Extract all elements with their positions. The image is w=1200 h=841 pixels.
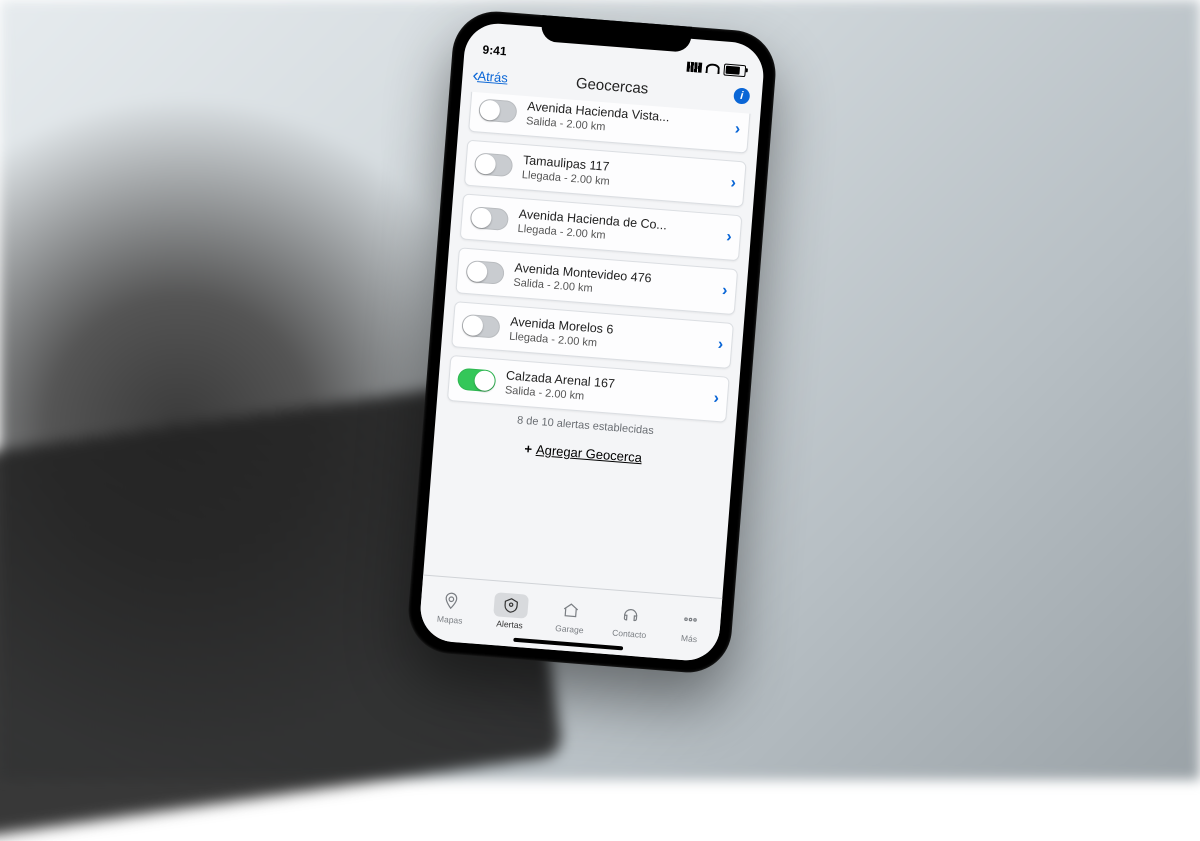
tab-more[interactable]: Más: [662, 606, 719, 646]
cellular-signal-icon: [687, 62, 703, 73]
home-icon: [553, 597, 589, 624]
tab-label: Más: [681, 633, 698, 644]
tab-contact[interactable]: Contacto: [602, 601, 659, 641]
chevron-right-icon[interactable]: ›: [726, 228, 733, 246]
geofence-list[interactable]: Avenida Hacienda Vista...Salida - 2.00 k…: [423, 91, 760, 598]
geofence-toggle[interactable]: [470, 206, 510, 231]
tab-label: Alertas: [496, 618, 523, 630]
tab-label: Contacto: [612, 628, 647, 641]
tab-maps[interactable]: Mapas: [422, 587, 479, 627]
toggle-knob: [462, 315, 484, 337]
battery-icon: [723, 64, 746, 78]
geofence-text: Avenida Hacienda de Co...Llegada - 2.00 …: [517, 207, 721, 251]
add-geofence-label: Agregar Geocerca: [535, 442, 642, 465]
app-screen: 9:41 ‹ Atrás Geocercas i Avenida Haciend…: [418, 21, 766, 663]
shield-icon: [493, 592, 529, 619]
geofence-toggle[interactable]: [474, 152, 514, 177]
headset-icon: [613, 602, 649, 629]
add-geofence-button[interactable]: +Agregar Geocerca: [443, 435, 723, 472]
geofence-text: Avenida Montevideo 476Salida - 2.00 km: [513, 261, 717, 305]
toggle-knob: [479, 100, 501, 122]
phone-frame: 9:41 ‹ Atrás Geocercas i Avenida Haciend…: [405, 8, 779, 675]
geofence-toggle[interactable]: [465, 260, 505, 285]
chevron-right-icon[interactable]: ›: [730, 174, 737, 192]
page-title: Geocercas: [575, 74, 649, 97]
tab-alerts[interactable]: Alertas: [482, 591, 539, 631]
back-label: Atrás: [477, 68, 508, 85]
chevron-right-icon[interactable]: ›: [717, 336, 724, 354]
plus-icon: +: [524, 441, 533, 457]
geofence-text: Tamaulipas 117Llegada - 2.00 km: [521, 153, 725, 197]
geofence-toggle[interactable]: [461, 314, 501, 339]
geofence-text: Avenida Morelos 6Llegada - 2.00 km: [509, 315, 713, 359]
toggle-knob: [471, 207, 493, 229]
wifi-icon: [705, 63, 720, 74]
info-button[interactable]: i: [733, 87, 750, 104]
tab-label: Mapas: [437, 614, 463, 626]
more-icon: [673, 606, 709, 633]
status-time: 9:41: [482, 43, 507, 59]
geofence-text: Calzada Arenal 167Salida - 2.00 km: [504, 368, 708, 412]
tab-garage[interactable]: Garage: [542, 596, 599, 636]
chevron-right-icon[interactable]: ›: [734, 121, 741, 139]
chevron-right-icon[interactable]: ›: [713, 390, 720, 408]
info-icon: i: [740, 90, 744, 102]
map-pin-icon: [433, 587, 469, 614]
chevron-right-icon[interactable]: ›: [721, 282, 728, 300]
geofence-toggle[interactable]: [478, 98, 518, 123]
toggle-knob: [475, 153, 497, 175]
back-button[interactable]: ‹ Atrás: [472, 64, 509, 88]
tab-label: Garage: [555, 623, 584, 635]
toggle-knob: [474, 370, 496, 392]
toggle-knob: [466, 261, 488, 283]
geofence-toggle[interactable]: [457, 368, 497, 393]
